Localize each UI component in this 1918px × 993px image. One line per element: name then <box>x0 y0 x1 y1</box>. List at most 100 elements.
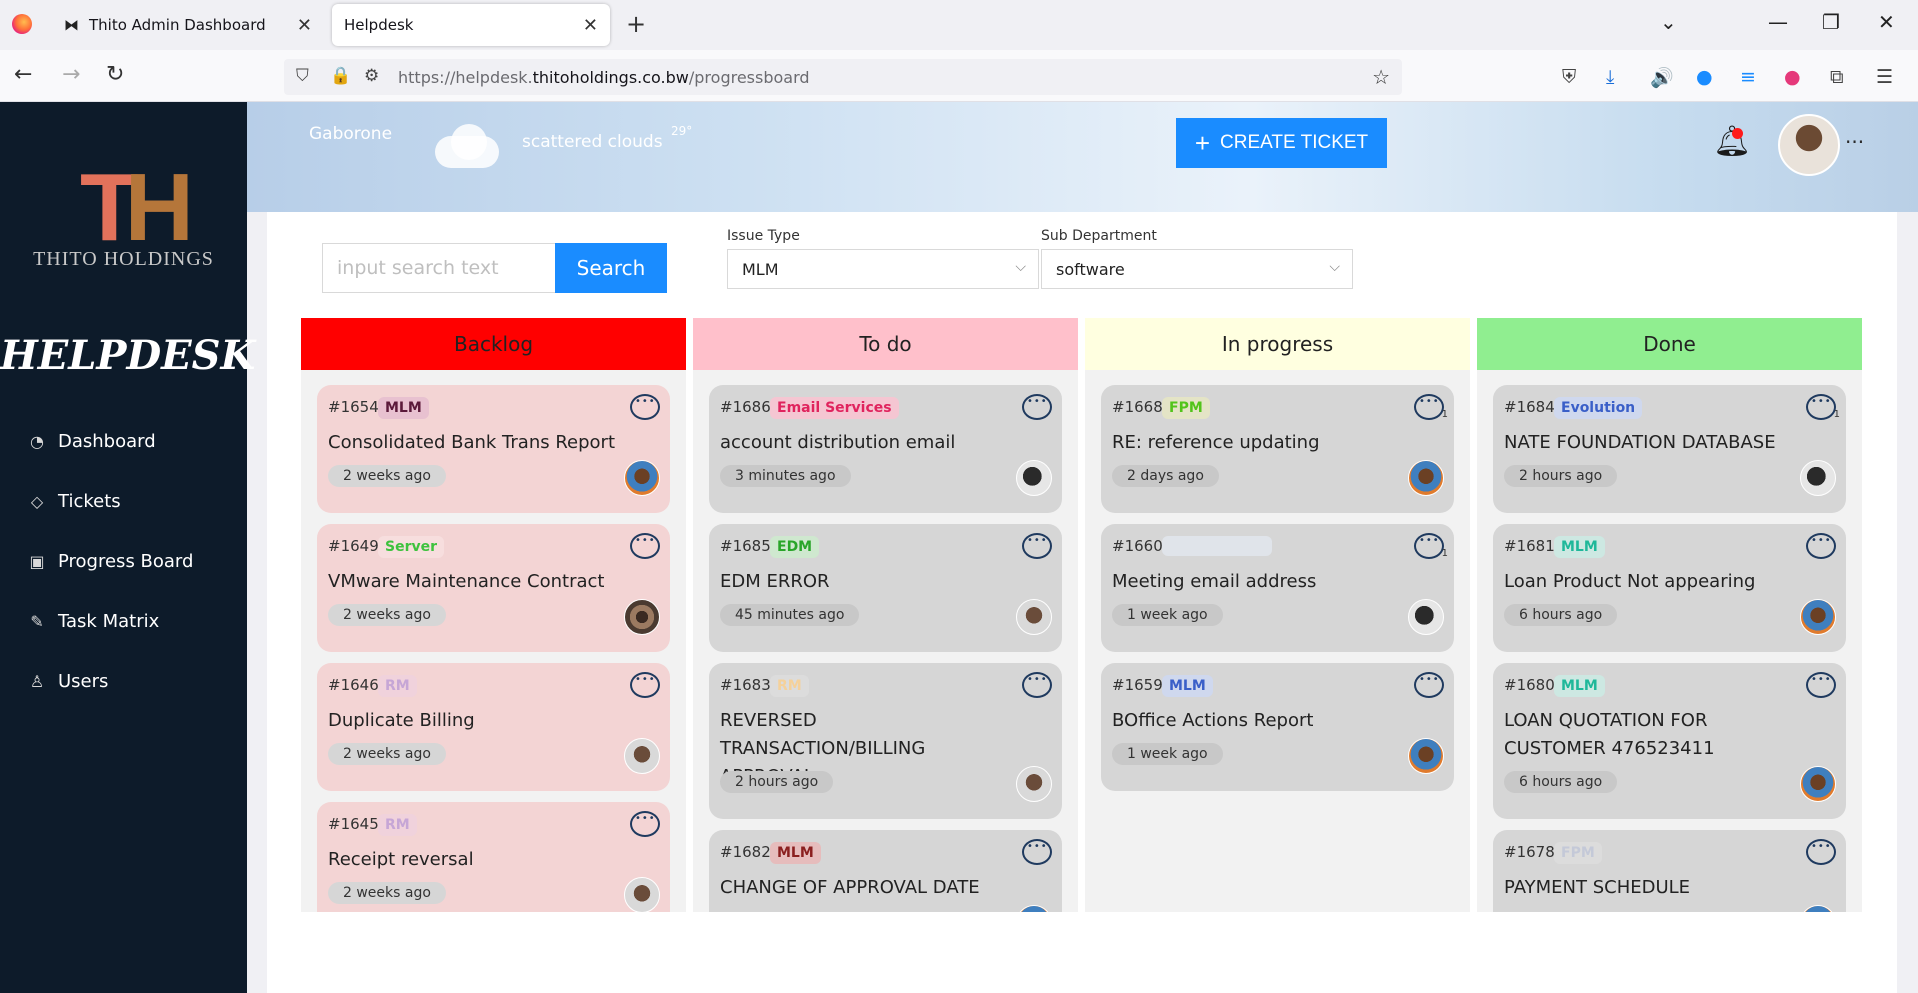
extension-bird-icon[interactable]: ● <box>1696 66 1713 88</box>
assignee-avatar <box>624 738 660 774</box>
plus-icon: + <box>1194 127 1211 158</box>
column-header: Backlog <box>301 318 686 370</box>
lock-icon[interactable]: 🔒 <box>330 66 351 86</box>
extension-dots-icon[interactable]: ● <box>1784 66 1801 88</box>
forward-icon[interactable]: → <box>62 63 80 87</box>
sidebar-item-task-matrix[interactable]: ✎ Task Matrix <box>26 606 159 636</box>
ticket-card[interactable]: #1678 FPM PAYMENT SCHEDULE <box>1493 830 1846 912</box>
comments-icon[interactable] <box>1022 533 1052 559</box>
ticket-tag: MLM <box>378 397 429 419</box>
ticket-time: 2 days ago <box>1112 465 1219 487</box>
ticket-time: 6 hours ago <box>1504 771 1618 793</box>
notification-bell-icon[interactable]: 🔔︎ <box>1713 124 1751 159</box>
comments-icon[interactable] <box>1806 672 1836 698</box>
ticket-tag: FPM <box>1162 397 1210 419</box>
sidebar-item-progress-board[interactable]: ▣ Progress Board <box>26 546 193 576</box>
tab-helpdesk[interactable]: Helpdesk ✕ <box>332 4 610 46</box>
ticket-id: #1654 <box>328 398 379 416</box>
comments-icon[interactable] <box>630 394 660 420</box>
create-ticket-button[interactable]: + CREATE TICKET <box>1176 118 1387 168</box>
issue-type-select[interactable]: MLM ⌵ <box>727 249 1039 289</box>
comments-icon[interactable] <box>630 533 660 559</box>
more-options-icon[interactable]: ··· <box>1845 130 1864 154</box>
sidebar-item-label: Dashboard <box>58 430 156 452</box>
tag-icon: ◇ <box>30 491 44 511</box>
ticket-id: #1659 <box>1112 676 1163 694</box>
sidebar: TH THITO HOLDINGS HELPDESK ◔ Dashboard ◇… <box>0 102 256 993</box>
reload-icon[interactable]: ↻ <box>106 63 124 87</box>
ticket-card[interactable]: #1646 RM Duplicate Billing 2 weeks ago <box>317 663 670 791</box>
close-window-icon[interactable]: ✕ <box>1878 10 1895 34</box>
shield-icon[interactable]: ⛉ <box>296 66 309 86</box>
edit-icon: ✎ <box>30 611 44 631</box>
ticket-card[interactable]: #1681 MLM Loan Product Not appearing 6 h… <box>1493 524 1846 652</box>
ticket-card[interactable]: #1649 Server VMware Maintenance Contract… <box>317 524 670 652</box>
bookmark-star-icon[interactable]: ☆ <box>1372 65 1390 89</box>
comments-icon[interactable] <box>1022 672 1052 698</box>
ticket-card[interactable]: #1654 MLM Consolidated Bank Trans Report… <box>317 385 670 513</box>
extension-lines-icon[interactable]: ≡ <box>1740 66 1756 88</box>
comments-icon[interactable] <box>1806 839 1836 865</box>
tab-list-chevron-icon[interactable]: ⌄ <box>1660 10 1677 34</box>
search-button[interactable]: Search <box>555 243 667 293</box>
url-text[interactable]: https://helpdesk.thitoholdings.co.bw/pro… <box>398 68 810 87</box>
comments-icon[interactable] <box>630 811 660 837</box>
comments-icon[interactable] <box>1022 394 1052 420</box>
search-input[interactable]: input search text <box>322 243 555 293</box>
comments-icon[interactable] <box>1022 839 1052 865</box>
extensions-puzzle-icon[interactable]: ⧉ <box>1830 66 1844 88</box>
sub-department-select[interactable]: software ⌵ <box>1041 249 1353 289</box>
close-tab-icon[interactable]: ✕ <box>297 15 312 36</box>
back-icon[interactable]: ← <box>14 63 32 87</box>
sidebar-item-users[interactable]: ♙ Users <box>26 666 109 696</box>
comments-icon[interactable] <box>1414 672 1444 698</box>
assignee-avatar <box>624 877 660 912</box>
bowtie-icon: ⧓ <box>64 16 79 34</box>
ticket-tag: MLM <box>1554 675 1605 697</box>
ticket-time: 1 week ago <box>1112 743 1223 765</box>
comments-icon[interactable] <box>1414 394 1444 420</box>
ticket-title: NATE FOUNDATION DATABASE <box>1504 432 1776 453</box>
ticket-title: EDM ERROR <box>720 571 830 592</box>
sidebar-item-dashboard[interactable]: ◔ Dashboard <box>26 426 156 456</box>
user-avatar[interactable] <box>1778 114 1840 176</box>
ticket-id: #1645 <box>328 815 379 833</box>
pocket-icon[interactable]: ⛨ <box>1562 66 1576 88</box>
ticket-title: Receipt reversal <box>328 849 474 870</box>
ticket-card[interactable]: #1685 EDM EDM ERROR 45 minutes ago <box>709 524 1062 652</box>
ticket-card[interactable]: #1668 FPM 1 RE: reference updating 2 day… <box>1101 385 1454 513</box>
assignee-avatar <box>1800 599 1836 635</box>
ticket-card[interactable]: #1659 MLM BOffice Actions Report 1 week … <box>1101 663 1454 791</box>
comments-icon[interactable] <box>1806 533 1836 559</box>
assignee-avatar <box>624 460 660 496</box>
ticket-card[interactable]: #1682 MLM CHANGE OF APPROVAL DATE <box>709 830 1062 912</box>
url-bar[interactable]: ⛉ 🔒 ⚙ https://helpdesk.thitoholdings.co.… <box>284 59 1402 95</box>
ticket-card[interactable]: #1683 RM REVERSED TRANSACTION/BILLING AP… <box>709 663 1062 819</box>
ticket-card[interactable]: #1686 Email Services account distributio… <box>709 385 1062 513</box>
progress-board-panel: input search text Search Issue Type MLM … <box>267 212 1897 993</box>
ticket-card[interactable]: #1645 RM Receipt reversal 2 weeks ago <box>317 802 670 912</box>
restore-icon[interactable]: ❐ <box>1822 10 1840 34</box>
new-tab-icon[interactable]: + <box>626 10 646 38</box>
permissions-icon[interactable]: ⚙ <box>364 66 379 86</box>
comments-icon[interactable] <box>630 672 660 698</box>
menu-icon[interactable]: ☰ <box>1876 66 1893 88</box>
chevron-down-icon: ⌵ <box>1329 259 1340 275</box>
download-icon[interactable]: ⤓ <box>1606 66 1614 88</box>
app-title: HELPDESK <box>0 332 256 379</box>
tab-thito-admin-dashboard[interactable]: ⧓ Thito Admin Dashboard ✕ <box>52 4 324 46</box>
speaker-icon[interactable]: 🔊 <box>1650 66 1674 89</box>
comments-icon[interactable] <box>1806 394 1836 420</box>
close-tab-icon[interactable]: ✕ <box>583 15 598 36</box>
ticket-card[interactable]: #1660 1 Meeting email address 1 week ago <box>1101 524 1454 652</box>
sidebar-item-tickets[interactable]: ◇ Tickets <box>26 486 121 516</box>
comments-icon[interactable] <box>1414 533 1444 559</box>
comment-count: 1 <box>1441 409 1448 420</box>
ticket-card[interactable]: #1684 Evolution 1 NATE FOUNDATION DATABA… <box>1493 385 1846 513</box>
assignee-avatar <box>1016 766 1052 802</box>
ticket-title: PAYMENT SCHEDULE <box>1504 877 1691 898</box>
ticket-card[interactable]: #1680 MLM LOAN QUOTATION FOR CUSTOMER 47… <box>1493 663 1846 819</box>
ticket-tag: MLM <box>1162 675 1213 697</box>
minimize-icon[interactable]: — <box>1768 10 1788 34</box>
comment-count: 1 <box>1833 409 1840 420</box>
